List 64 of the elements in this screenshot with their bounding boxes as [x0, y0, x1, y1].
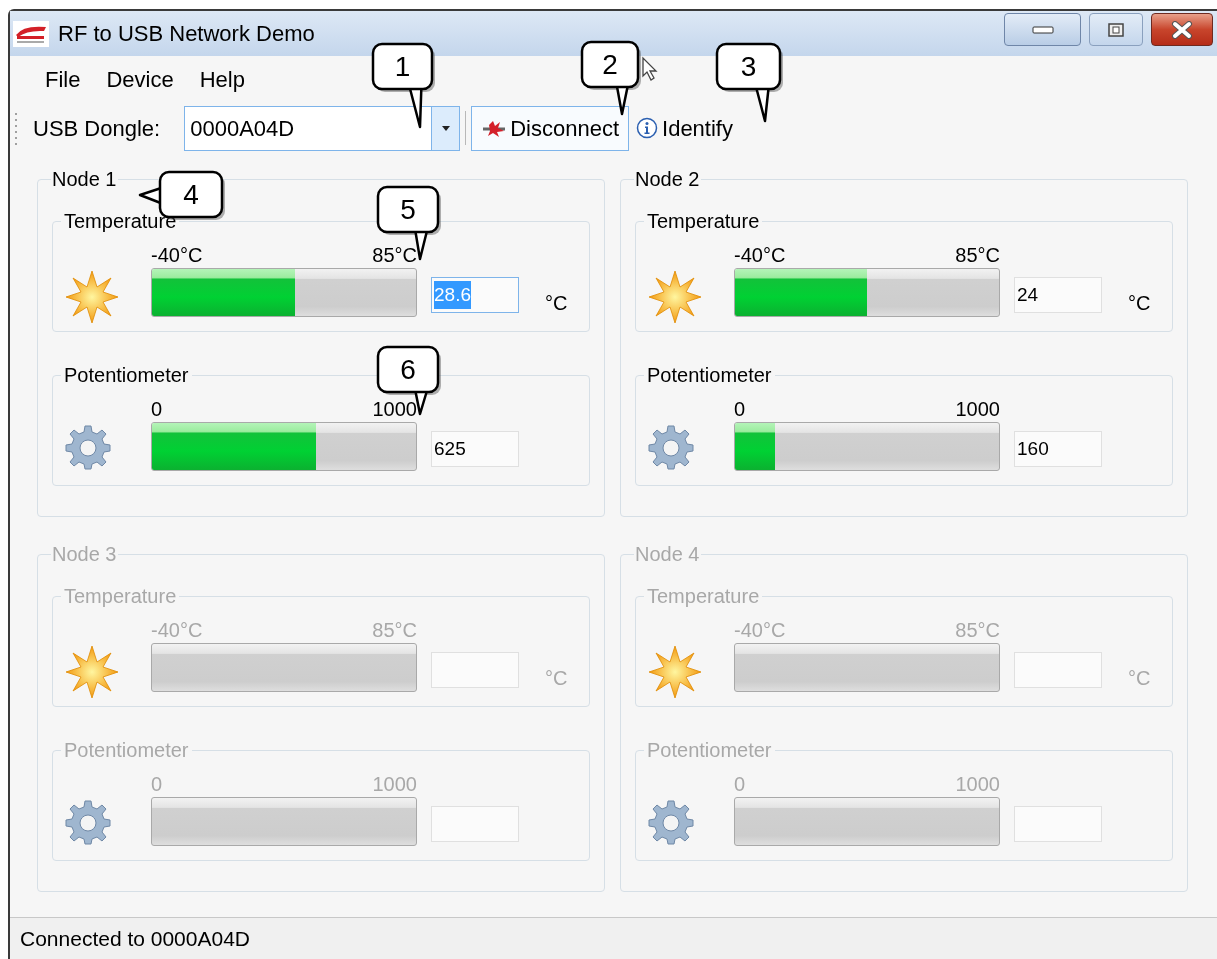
minimize-icon	[1031, 25, 1054, 34]
value-field[interactable]: 24	[1014, 277, 1102, 313]
sensor-title: Potentiometer	[63, 738, 190, 763]
toolbar-grip-icon[interactable]	[14, 111, 18, 145]
unit-label: °C	[1128, 291, 1151, 316]
range-min-label: -40°C	[151, 618, 203, 643]
value-field[interactable]	[1014, 652, 1102, 688]
close-icon	[1171, 20, 1193, 39]
sensor-title: Temperature	[646, 209, 761, 234]
range-max-label: 1000	[955, 397, 1000, 422]
sensor-title: Temperature	[646, 584, 761, 609]
menu-item[interactable]: File	[32, 59, 94, 99]
menu-item[interactable]: Device	[93, 59, 187, 99]
sensor-title: Potentiometer	[646, 363, 773, 388]
node-title: Node 4	[634, 542, 701, 567]
sensor-title: Temperature	[63, 584, 178, 609]
range-max-label: 1000	[372, 397, 417, 422]
app-logo-icon	[13, 20, 49, 47]
value-field[interactable]	[431, 806, 519, 842]
sun-icon	[65, 270, 119, 324]
menu-item[interactable]: Help	[186, 59, 258, 99]
value-field[interactable]	[431, 652, 519, 688]
range-max-label: 1000	[955, 772, 1000, 797]
node-title: Node 1	[51, 167, 118, 192]
sun-icon	[648, 270, 702, 324]
range-min-label: 0	[151, 772, 163, 797]
range-min-label: 0	[734, 397, 746, 422]
node-title: Node 3	[51, 542, 118, 567]
sun-icon	[648, 645, 702, 699]
range-max-label: 85°C	[955, 243, 1000, 268]
gear-icon	[648, 424, 694, 470]
close-button[interactable]	[1151, 13, 1213, 46]
range-min-label: -40°C	[734, 618, 786, 643]
value-field[interactable]: 625	[431, 431, 519, 467]
unit-label: °C	[545, 666, 568, 691]
range-min-label: -40°C	[734, 243, 786, 268]
range-max-label: 1000	[372, 772, 417, 797]
info-icon	[636, 117, 659, 139]
range-min-label: 0	[734, 772, 746, 797]
value-field[interactable]: 160	[1014, 431, 1102, 467]
sensor-title: Potentiometer	[646, 738, 773, 763]
sun-icon	[65, 645, 119, 699]
value-field[interactable]	[1014, 806, 1102, 842]
range-max-label: 85°C	[955, 618, 1000, 643]
node-title: Node 2	[634, 167, 701, 192]
status-text: Connected to 0000A04D	[20, 925, 250, 952]
dongle-label: USB Dongle:	[33, 114, 161, 143]
disconnect-button[interactable]: Disconnect	[471, 105, 630, 151]
gear-icon	[648, 799, 694, 845]
unit-label: °C	[545, 291, 568, 316]
gear-icon	[65, 424, 111, 470]
unit-label: °C	[1128, 666, 1151, 691]
range-min-label: -40°C	[151, 243, 203, 268]
gear-icon	[65, 799, 111, 845]
range-max-label: 85°C	[372, 618, 417, 643]
caret-icon	[441, 125, 450, 131]
dropdown-arrow-button[interactable]	[431, 106, 460, 150]
range-min-label: 0	[151, 397, 163, 422]
maximize-button[interactable]	[1089, 13, 1143, 46]
window-title: RF to USB Network Demo	[58, 20, 315, 48]
sensor-title: Potentiometer	[63, 363, 190, 388]
restore-icon	[1108, 22, 1124, 37]
minimize-button[interactable]	[1004, 13, 1081, 46]
range-max-label: 85°C	[372, 243, 417, 268]
